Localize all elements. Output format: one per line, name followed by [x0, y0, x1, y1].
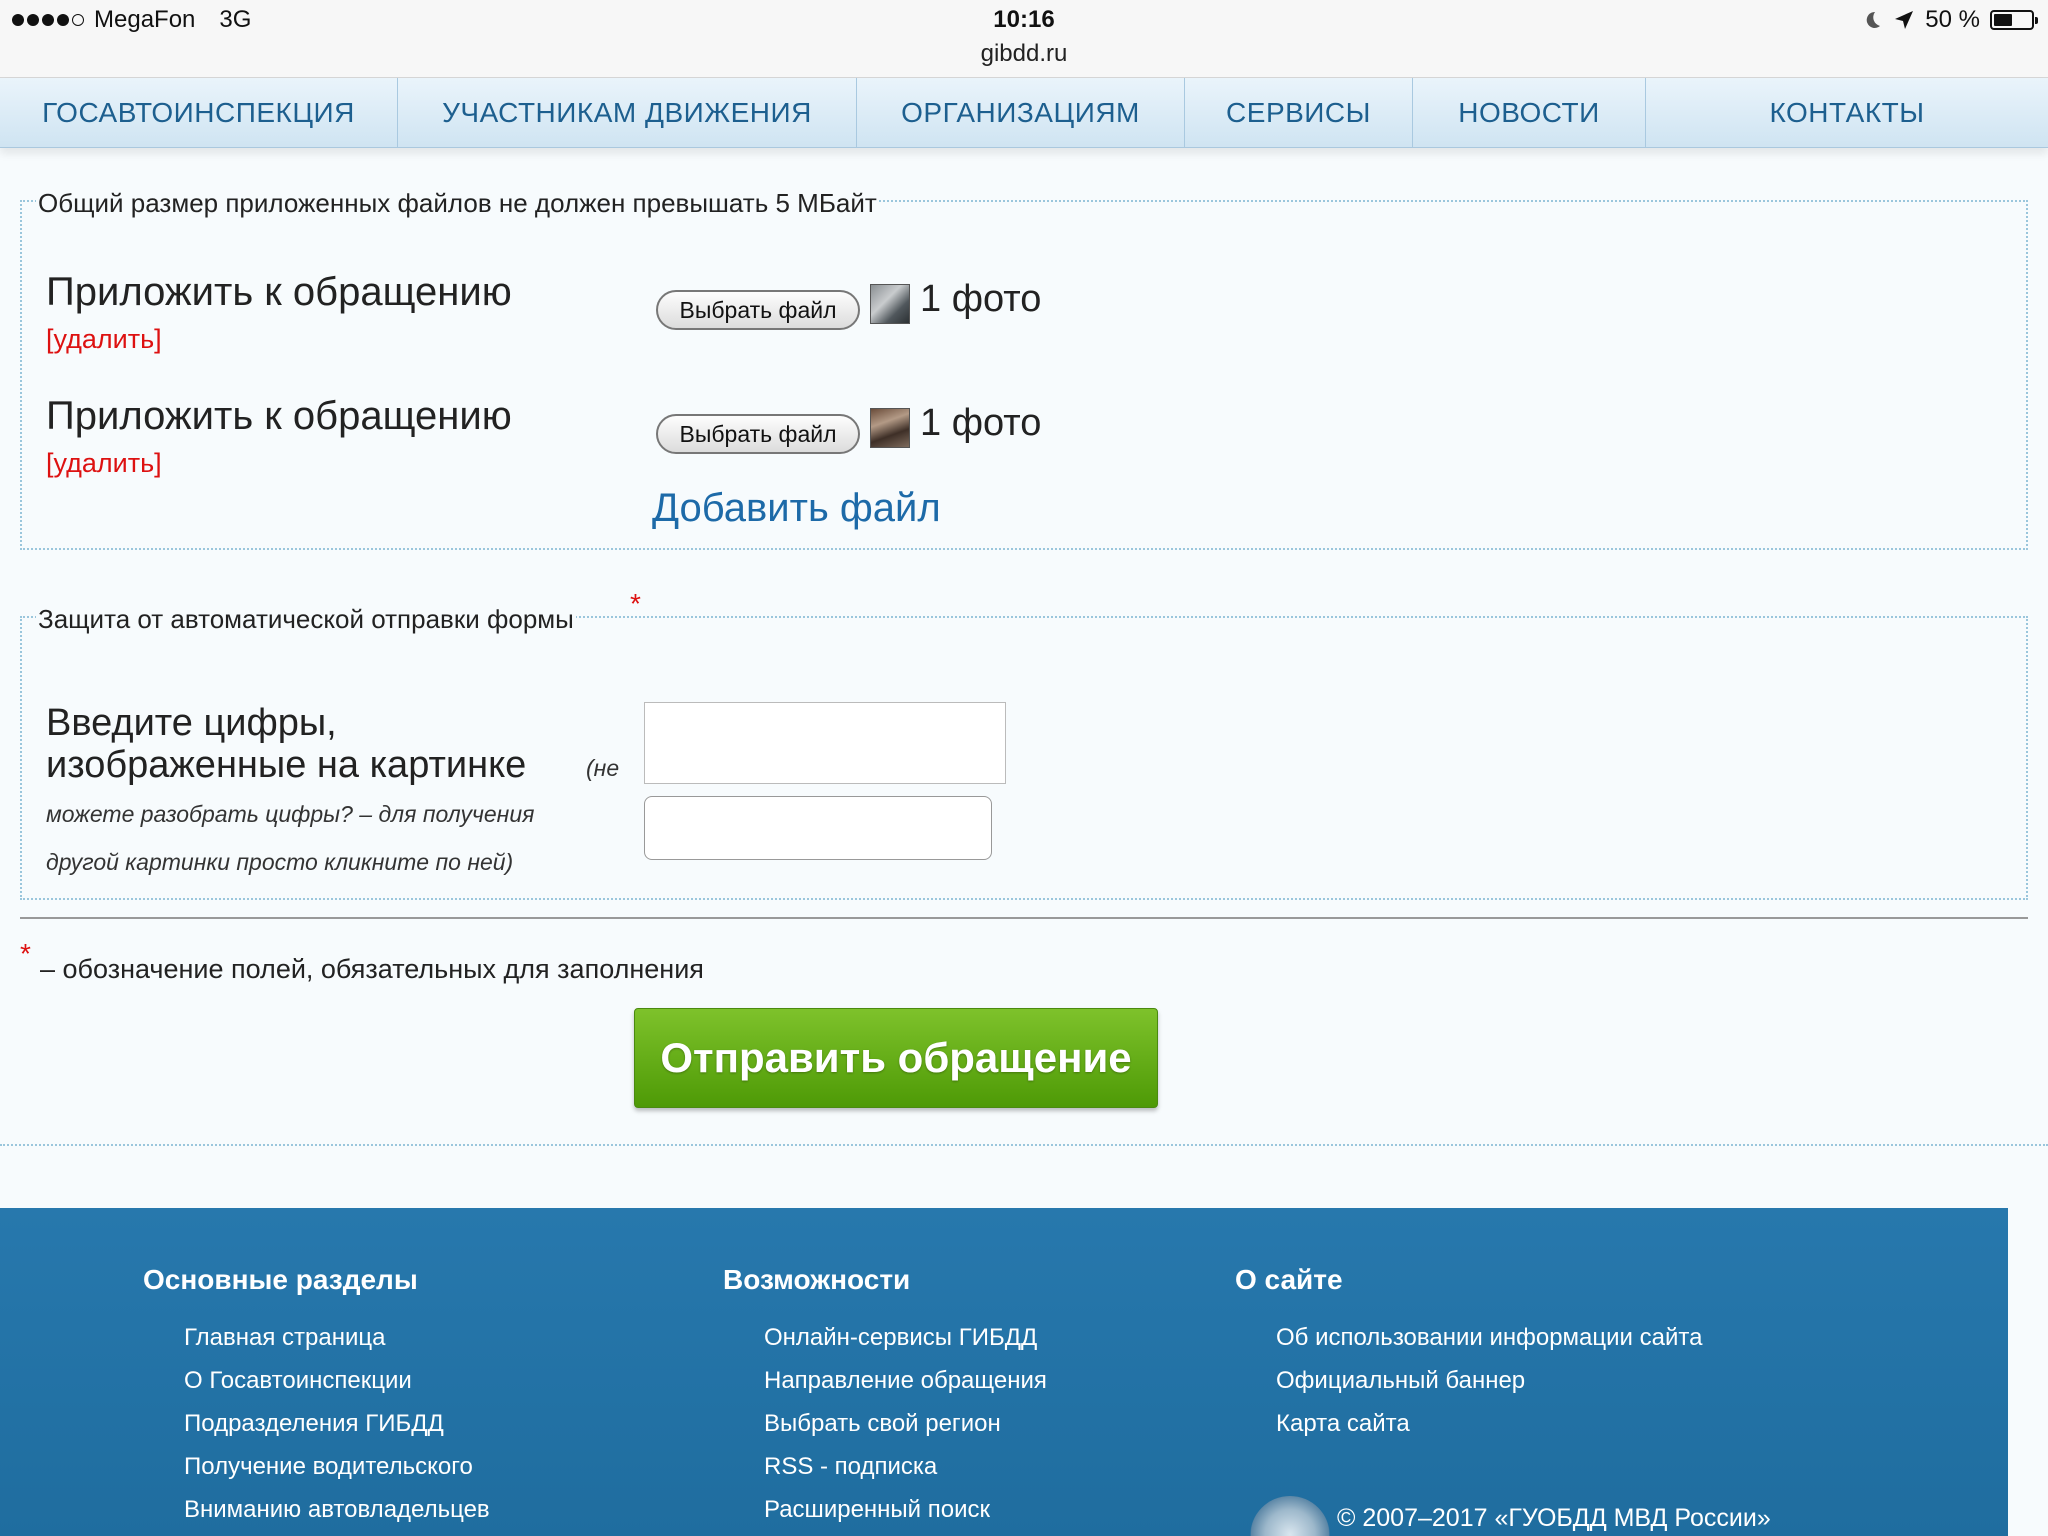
footer-link[interactable]: Расширенный поиск — [764, 1496, 990, 1524]
status-indicators: 50 % — [1861, 6, 2038, 34]
footer-link[interactable]: Главная страница — [184, 1324, 385, 1352]
nav-item-gosavtoinspekciya[interactable]: ГОСАВТОИНСПЕКЦИЯ — [0, 78, 398, 148]
delete-attachment-link[interactable]: [удалить] — [46, 448, 162, 479]
footer-link[interactable]: Подразделения ГИБДД — [184, 1410, 444, 1438]
mvd-emblem-icon — [1250, 1496, 1330, 1536]
choose-file-button[interactable]: Выбрать файл — [656, 290, 860, 330]
add-file-link[interactable]: Добавить файл — [652, 486, 941, 531]
main-navigation: ГОСАВТОИНСПЕКЦИЯ УЧАСТНИКАМ ДВИЖЕНИЯ ОРГ… — [0, 78, 2048, 148]
footer-heading-main-sections: Основные разделы — [143, 1264, 418, 1295]
address-bar-url[interactable]: gibdd.ru — [0, 40, 2048, 68]
required-fields-note: – обозначение полей, обязательных для за… — [40, 954, 704, 984]
choose-file-button[interactable]: Выбрать файл — [656, 414, 860, 454]
attachments-fieldset: Общий размер приложенных файлов не долже… — [20, 188, 2028, 550]
captcha-hint-line2: можете разобрать цифры? – для получения — [46, 801, 535, 827]
required-star: * — [20, 938, 31, 969]
captcha-image[interactable] — [644, 702, 1006, 784]
appeal-form: Общий размер приложенных файлов не долже… — [0, 148, 2048, 1146]
photo-thumbnail — [870, 284, 910, 324]
footer-link[interactable]: RSS - подписка — [764, 1453, 937, 1481]
required-star: * — [630, 588, 641, 619]
footer-link[interactable]: Получение водительского — [184, 1453, 473, 1481]
submit-appeal-button[interactable]: Отправить обращение — [634, 1008, 1158, 1108]
photo-count: 1 фото — [920, 278, 1042, 320]
nav-item-uchastnikam-dvizheniya[interactable]: УЧАСТНИКАМ ДВИЖЕНИЯ — [398, 78, 857, 148]
footer-link[interactable]: Официальный баннер — [1276, 1367, 1525, 1395]
footer-link[interactable]: Выбрать свой регион — [764, 1410, 1001, 1438]
footer-link[interactable]: Вниманию автовладельцев — [184, 1496, 490, 1524]
footer-link[interactable]: Об использовании информации сайта — [1276, 1324, 1702, 1352]
footer-heading-about: О сайте — [1235, 1264, 1343, 1295]
captcha-input[interactable] — [644, 796, 992, 860]
attachments-legend: Общий размер приложенных файлов не долже… — [36, 188, 879, 219]
nav-item-servisy[interactable]: СЕРВИСЫ — [1185, 78, 1413, 148]
captcha-hint-line3: другой картинки просто кликните по ней) — [46, 849, 514, 875]
clock: 10:16 — [993, 6, 1055, 33]
moon-icon — [1867, 11, 1881, 28]
captcha-label-line2: изображенные на картинке — [46, 744, 527, 786]
nav-item-novosti[interactable]: НОВОСТИ — [1413, 78, 1646, 148]
captcha-hint-start: (не — [586, 755, 620, 781]
battery-percent: 50 % — [1925, 6, 1980, 33]
footer-heading-features: Возможности — [723, 1264, 911, 1295]
delete-attachment-link[interactable]: [удалить] — [46, 324, 162, 355]
captcha-label-line1: Введите цифры, — [46, 702, 337, 744]
battery-icon — [1990, 10, 2038, 30]
ios-status-bar: MegaFon 3G 10:16 gibdd.ru 50 % — [0, 0, 2048, 78]
footer-link[interactable]: Направление обращения — [764, 1367, 1047, 1395]
attach-row-label: Приложить к обращению — [46, 270, 512, 314]
captcha-fieldset: Защита от автоматической отправки формы … — [20, 588, 2028, 900]
photo-thumbnail — [870, 408, 910, 448]
attach-row-label: Приложить к обращению — [46, 394, 512, 438]
nav-item-kontakty[interactable]: КОНТАКТЫ — [1646, 78, 2048, 148]
divider — [20, 917, 2028, 919]
nav-item-organizaciyam[interactable]: ОРГАНИЗАЦИЯМ — [857, 78, 1185, 148]
photo-count: 1 фото — [920, 402, 1042, 444]
captcha-legend: Защита от автоматической отправки формы — [36, 604, 576, 635]
footer-link[interactable]: Онлайн-сервисы ГИБДД — [764, 1324, 1037, 1352]
footer-link[interactable]: Карта сайта — [1276, 1410, 1410, 1438]
copyright-text: © 2007–2017 «ГУОБДД МВД России» — [1337, 1504, 1771, 1532]
footer-link[interactable]: О Госавтоинспекции — [184, 1367, 412, 1395]
site-footer: Основные разделы Главная страница О Госа… — [0, 1208, 2008, 1536]
location-arrow-icon — [1895, 11, 1914, 29]
